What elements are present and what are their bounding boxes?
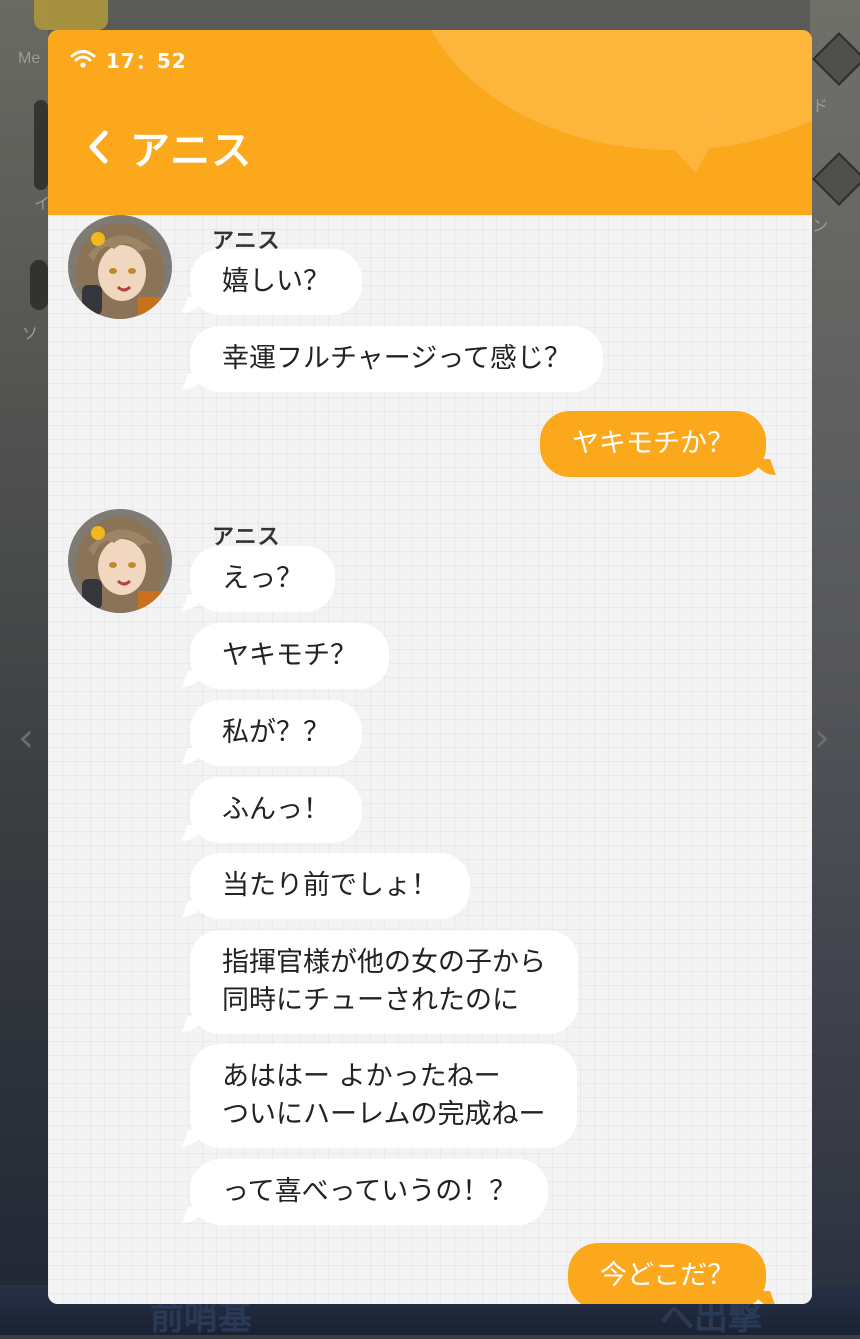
background-icon	[30, 260, 48, 310]
background-label: ソ	[22, 326, 39, 343]
message-bubble-outgoing[interactable]: 今どこだ？	[568, 1243, 767, 1304]
speech-bubble-decoration	[413, 30, 812, 150]
message-bubble-incoming[interactable]: 私が？？	[190, 700, 362, 766]
background-icon	[34, 100, 48, 190]
message-bubble-incoming[interactable]: ヤキモチ？	[190, 623, 389, 689]
background-arrow-left-icon: ‹	[18, 715, 34, 761]
message-bubble-incoming[interactable]: ふんっ！	[190, 777, 362, 843]
message-bubble-outgoing[interactable]: ヤキモチか？	[540, 411, 766, 477]
background-menu-icon	[34, 0, 108, 30]
messenger-panel: 17：52 アニス アニス 嬉しい？ 幸運フルチャージって感じ？ ヤキモチか？ …	[48, 30, 812, 1304]
message-bubble-incoming[interactable]: って喜べっていうの！？	[190, 1159, 549, 1225]
back-button[interactable]	[84, 127, 112, 167]
chat-nav: アニス	[84, 118, 252, 176]
message-bubble-incoming[interactable]: 幸運フルチャージって感じ？	[190, 326, 603, 392]
background-label: ド	[812, 98, 829, 115]
background-label: ン	[812, 218, 829, 235]
chat-title: アニス	[130, 128, 253, 174]
status-time: 17：52	[106, 48, 187, 73]
background-label: Me	[18, 50, 41, 67]
background-arrow-right-icon: ›	[814, 715, 830, 761]
status-bar: 17：52	[70, 46, 187, 73]
message-bubble-incoming[interactable]: 嬉しい？	[190, 249, 362, 315]
character-portrait-icon	[68, 215, 172, 319]
chat-header: 17：52 アニス	[48, 30, 812, 215]
message-bubble-incoming[interactable]: 指揮官様が他の女の子から 同時にチューされたのに	[190, 930, 578, 1034]
avatar[interactable]	[68, 215, 172, 319]
message-bubble-incoming[interactable]: 当たり前でしょ！	[190, 853, 470, 919]
message-list[interactable]: アニス 嬉しい？ 幸運フルチャージって感じ？ ヤキモチか？ アニス えっ？ ヤキ…	[48, 215, 812, 1304]
avatar[interactable]	[68, 509, 172, 613]
message-bubble-incoming[interactable]: えっ？	[190, 546, 335, 612]
wifi-icon	[70, 50, 96, 68]
character-portrait-icon	[68, 509, 172, 613]
message-bubble-incoming[interactable]: あははー よかったねー ついにハーレムの完成ねー	[190, 1044, 578, 1148]
chevron-left-icon	[89, 130, 108, 164]
